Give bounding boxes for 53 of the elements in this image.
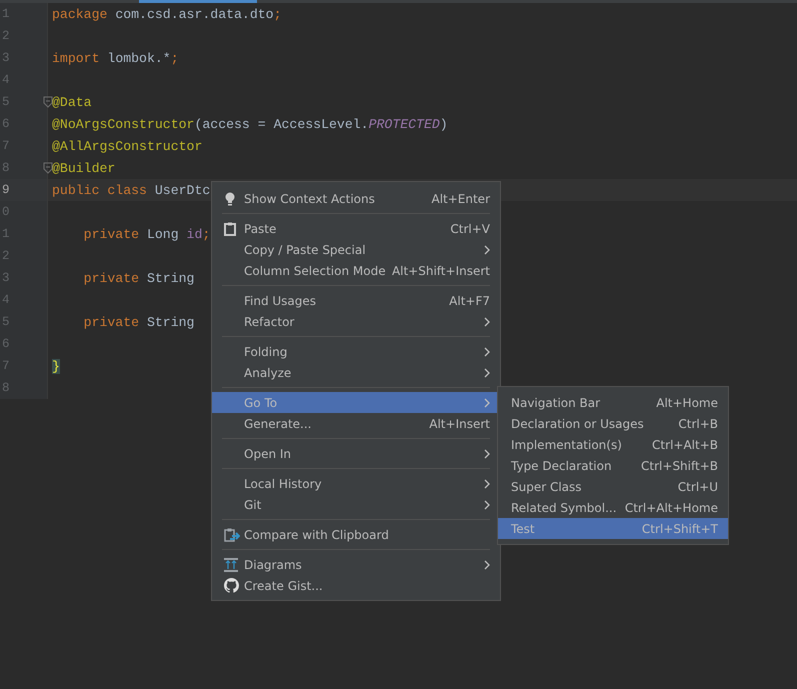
menu-item[interactable]: Navigation Bar Alt+Home — [498, 392, 728, 413]
code-token: ; — [170, 50, 179, 66]
clipboard-compare-icon — [224, 526, 240, 542]
menu-item[interactable]: Super Class Ctrl+U — [498, 476, 728, 497]
code-token: String — [146, 270, 194, 286]
code-token: com.csd.asr.data.dto — [115, 6, 274, 22]
code-token: ; — [274, 6, 282, 22]
code-token: (access = AccessLevel. — [194, 116, 369, 132]
menu-item[interactable]: Show Context Actions Alt+Enter — [212, 188, 500, 209]
menu-item[interactable]: Create Gist... — [212, 575, 500, 596]
code-token: @Data — [52, 94, 92, 110]
lightbulb-icon — [224, 192, 236, 206]
clipboard-icon — [224, 222, 236, 236]
code-token: private — [82, 226, 140, 242]
menu-item[interactable]: Refactor — [212, 311, 500, 332]
menu-item[interactable]: Copy / Paste Special — [212, 239, 500, 260]
code-token: @AllArgsConstructor — [52, 138, 202, 154]
menu-item[interactable]: Implementation(s) Ctrl+Alt+B — [498, 434, 728, 455]
code-token: package — [52, 6, 108, 22]
menu-item[interactable]: Git — [212, 494, 500, 515]
menu-item[interactable]: Generate... Alt+Insert — [212, 413, 500, 434]
code-token: private — [82, 314, 140, 330]
menu-item[interactable]: Related Symbol... Ctrl+Alt+Home — [498, 497, 728, 518]
code-token: lombok.* — [107, 50, 171, 66]
code-token: id — [186, 226, 202, 242]
menu-item[interactable]: Find Usages Alt+F7 — [212, 290, 500, 311]
code-token: ) — [440, 116, 448, 132]
menu-item[interactable]: Diagrams — [212, 554, 500, 575]
menu-item[interactable]: Type Declaration Ctrl+Shift+B — [498, 455, 728, 476]
code-token: String — [146, 314, 194, 330]
menu-item[interactable]: Local History — [212, 473, 500, 494]
code-token: public class — [52, 182, 148, 198]
code-token: import — [52, 50, 100, 66]
code-token: PROTECTED — [368, 116, 440, 132]
diagram-icon — [224, 558, 238, 572]
line-number: 9 — [2, 183, 10, 197]
code-token: Long — [146, 226, 180, 242]
menu-item[interactable]: Analyze — [212, 362, 500, 383]
code-token: UserDtc — [154, 182, 210, 198]
code-token: private — [82, 270, 140, 286]
fold-marker-icon[interactable] — [43, 162, 53, 174]
menu-item[interactable]: Column Selection Mode Alt+Shift+Insert — [212, 260, 500, 281]
menu-item[interactable]: Declaration or Usages Ctrl+B — [498, 413, 728, 434]
menu-item[interactable]: Compare with Clipboard — [212, 524, 500, 545]
menu-item[interactable]: Open In — [212, 443, 500, 464]
fold-marker-icon[interactable] — [43, 96, 53, 108]
github-icon — [224, 578, 239, 593]
code-token: @NoArgsConstructor — [52, 116, 194, 132]
code-token: @Builder — [52, 160, 116, 176]
code-token: ; — [202, 226, 210, 242]
menu-item[interactable]: Folding — [212, 341, 500, 362]
code-token: } — [52, 358, 60, 374]
menu-item[interactable]: Paste Ctrl+V — [212, 218, 500, 239]
